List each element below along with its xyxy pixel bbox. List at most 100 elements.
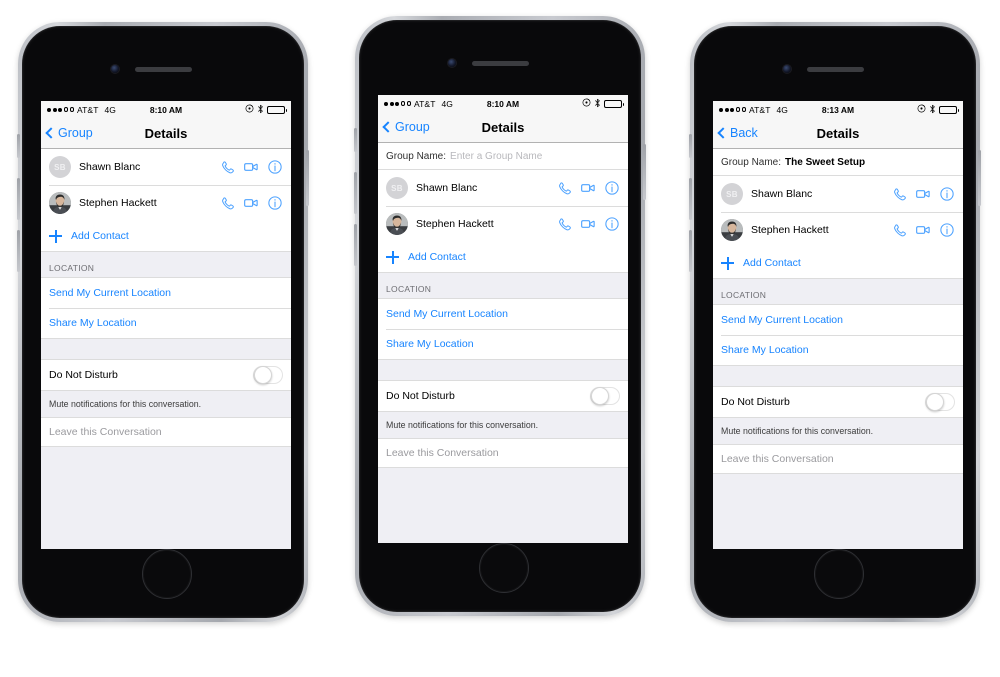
send-my-current-location-button[interactable]: Send My Current Location (713, 305, 963, 335)
group-name-placeholder: Enter a Group Name (450, 150, 543, 162)
content-filler (378, 468, 628, 543)
leave-conversation-button[interactable]: Leave this Conversation (713, 445, 963, 474)
plus-icon (49, 229, 62, 243)
signal-strength-icon (47, 107, 74, 112)
toggle-knob (591, 387, 609, 405)
signal-dot-empty (63, 107, 68, 112)
contact-row[interactable]: SB Shawn Blanc (41, 149, 291, 185)
video-camera-icon[interactable] (915, 222, 931, 238)
share-my-location-button[interactable]: Share My Location (41, 308, 291, 338)
leave-conversation-button[interactable]: Leave this Conversation (378, 439, 628, 468)
volume-up-button[interactable] (17, 178, 20, 220)
power-button[interactable] (306, 150, 309, 206)
do-not-disturb-toggle[interactable] (590, 387, 620, 405)
info-circle-icon[interactable] (604, 216, 620, 232)
volume-up-button[interactable] (689, 178, 692, 220)
share-my-location-button[interactable]: Share My Location (378, 329, 628, 359)
add-contact-button[interactable]: Add Contact (378, 242, 628, 273)
navigation-bar: Group Details (41, 118, 291, 149)
home-button[interactable] (142, 549, 192, 599)
phone-bezel: AT&T 4G 8:10 AM Group Details SB Shawn Blanc St… (22, 26, 304, 618)
network-type-label: 4G (441, 98, 453, 109)
rotation-lock-icon (245, 104, 254, 115)
info-circle-icon[interactable] (267, 195, 283, 211)
phone-1-screen[interactable]: AT&T 4G 8:10 AM Group Details SB Shawn Blanc St… (41, 101, 291, 549)
back-button[interactable]: Back (717, 126, 758, 140)
do-not-disturb-toggle[interactable] (253, 366, 283, 384)
signal-dot-empty (400, 101, 405, 106)
video-camera-icon[interactable] (243, 159, 259, 175)
share-my-location-button[interactable]: Share My Location (713, 335, 963, 365)
phone-3-screen[interactable]: AT&T 4G 8:13 AM Back Details Group Name: The S… (713, 101, 963, 549)
do-not-disturb-row[interactable]: Do Not Disturb (713, 387, 963, 417)
phone-2-screen[interactable]: AT&T 4G 8:10 AM Group Details Group Name: Ente… (378, 95, 628, 543)
video-camera-icon[interactable] (243, 195, 259, 211)
do-not-disturb-row[interactable]: Do Not Disturb (378, 381, 628, 411)
do-not-disturb-toggle[interactable] (925, 393, 955, 411)
plus-icon (721, 256, 734, 270)
chevron-left-icon (717, 127, 729, 139)
contact-row[interactable]: Stephen Hackett (378, 206, 628, 242)
signal-dot-filled (52, 107, 57, 112)
rotation-lock-icon (582, 98, 591, 109)
signal-dot-filled (719, 107, 723, 112)
details-content: SB Shawn Blanc Stephen Hackett Add Contact L… (41, 149, 291, 549)
leave-conversation-button[interactable]: Leave this Conversation (41, 418, 291, 447)
group-name-field[interactable]: Group Name: The Sweet Setup (713, 149, 963, 176)
video-camera-icon[interactable] (580, 216, 596, 232)
phone-call-icon[interactable] (891, 222, 907, 238)
back-button[interactable]: Group (382, 120, 430, 134)
home-button[interactable] (479, 543, 529, 593)
info-circle-icon[interactable] (604, 180, 620, 196)
do-not-disturb-row[interactable]: Do Not Disturb (41, 360, 291, 390)
home-button[interactable] (814, 549, 864, 599)
power-button[interactable] (978, 150, 981, 206)
back-button[interactable]: Group (45, 126, 93, 140)
power-button[interactable] (643, 144, 646, 200)
volume-down-button[interactable] (17, 230, 20, 272)
video-camera-icon[interactable] (580, 180, 596, 196)
carrier-label: AT&T (414, 98, 436, 109)
contact-row[interactable]: Stephen Hackett (41, 185, 291, 221)
navigation-bar: Back Details (713, 118, 963, 149)
iphone-device-1: AT&T 4G 8:10 AM Group Details SB Shawn Blanc St… (17, 22, 309, 622)
iphone-device-3: AT&T 4G 8:13 AM Back Details Group Name: The S… (689, 22, 981, 622)
info-circle-icon[interactable] (267, 159, 283, 175)
contact-row[interactable]: SB Shawn Blanc (378, 170, 628, 206)
mute-switch[interactable] (17, 134, 20, 158)
volume-down-button[interactable] (354, 224, 357, 266)
add-contact-button[interactable]: Add Contact (41, 221, 291, 252)
volume-down-button[interactable] (689, 230, 692, 272)
signal-dot-filled (395, 101, 399, 106)
volume-up-button[interactable] (354, 172, 357, 214)
share-my-location-label: Share My Location (386, 338, 474, 350)
plus-icon (386, 250, 399, 264)
front-camera-icon (783, 65, 791, 73)
add-contact-button[interactable]: Add Contact (713, 248, 963, 279)
bluetooth-icon (594, 98, 601, 110)
mute-switch[interactable] (689, 134, 692, 158)
contact-name: Stephen Hackett (79, 197, 157, 209)
avatar: SB (386, 177, 408, 199)
group-name-field[interactable]: Group Name: Enter a Group Name (378, 143, 628, 170)
info-circle-icon[interactable] (939, 186, 955, 202)
phone-call-icon[interactable] (219, 195, 235, 211)
contact-row[interactable]: Stephen Hackett (713, 212, 963, 248)
section-gap (713, 365, 963, 387)
info-circle-icon[interactable] (939, 222, 955, 238)
signal-strength-icon (719, 107, 746, 112)
send-my-current-location-label: Send My Current Location (721, 314, 843, 326)
contact-row[interactable]: SB Shawn Blanc (713, 176, 963, 212)
mute-switch[interactable] (354, 128, 357, 152)
location-section-header: LOCATION (378, 273, 628, 299)
video-camera-icon[interactable] (915, 186, 931, 202)
phone-call-icon[interactable] (891, 186, 907, 202)
mute-note: Mute notifications for this conversation… (378, 411, 628, 439)
phone-call-icon[interactable] (219, 159, 235, 175)
group-name-label: Group Name: (386, 150, 447, 162)
send-my-current-location-button[interactable]: Send My Current Location (41, 278, 291, 308)
phone-call-icon[interactable] (556, 180, 572, 196)
phone-call-icon[interactable] (556, 216, 572, 232)
earpiece-speaker (807, 67, 864, 72)
send-my-current-location-button[interactable]: Send My Current Location (378, 299, 628, 329)
